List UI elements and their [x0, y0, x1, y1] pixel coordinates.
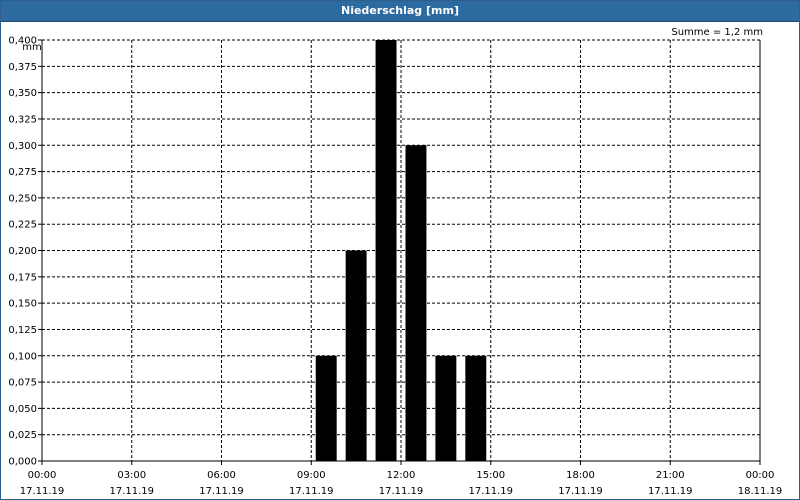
bar	[345, 250, 367, 461]
bar	[405, 145, 427, 461]
y-tick-label: 0,200	[8, 246, 37, 257]
y-tick-label: 0,175	[8, 272, 37, 283]
x-tick-time: 00:00	[28, 470, 57, 481]
y-ticks: 0,000 0,025 0,050 0,075 0,100 0,125 0,150 0,175…	[8, 36, 37, 468]
bar	[465, 355, 487, 461]
y-tick-label: 0,050	[8, 404, 37, 415]
y-tick-label: 0,325	[8, 114, 37, 125]
y-tick-label: 0,075	[8, 378, 37, 389]
y-tick-label: 0,000	[8, 457, 37, 468]
x-tick-date: 17.11.19	[109, 486, 154, 497]
axes	[38, 39, 761, 465]
y-tick-label: 0,125	[8, 325, 37, 336]
x-tick-time: 00:00	[746, 470, 775, 481]
y-tick-label: 0,100	[8, 351, 37, 362]
x-tick-time: 21:00	[656, 470, 685, 481]
x-tick-date: 18.11.19	[738, 486, 783, 497]
x-ticks: 00:00 17.11.19 03:00 17.11.19 06:00 17.11.19 0…	[20, 470, 783, 497]
x-tick-date: 17.11.19	[379, 486, 424, 497]
precipitation-chart: mm 0,0000,0250,0500,0750,1000,1250,1500,…	[8, 36, 783, 498]
x-tick-date: 17.11.19	[20, 486, 65, 497]
y-tick-label: 0,025	[8, 430, 37, 441]
x-tick-time: 06:00	[207, 470, 236, 481]
bar	[315, 355, 337, 461]
y-tick-label: 0,375	[8, 62, 37, 73]
grid	[42, 39, 760, 461]
x-tick-date: 17.11.19	[199, 486, 244, 497]
bar	[435, 355, 457, 461]
y-tick-label: 0,225	[8, 220, 37, 231]
x-tick-time: 18:00	[566, 470, 595, 481]
y-tick-label: 0,300	[8, 141, 37, 152]
x-tick-date: 17.11.19	[289, 486, 334, 497]
x-tick-time: 03:00	[117, 470, 146, 481]
y-tick-label: 0,400	[8, 36, 37, 47]
x-tick-time: 15:00	[476, 470, 505, 481]
x-tick-time: 09:00	[297, 470, 326, 481]
x-tick-time: 12:00	[387, 470, 416, 481]
bar	[375, 40, 397, 461]
y-tick-label: 0,350	[8, 88, 37, 99]
x-tick-date: 17.11.19	[558, 486, 603, 497]
x-tick-date: 17.11.19	[648, 486, 693, 497]
y-tick-label: 0,250	[8, 193, 37, 204]
y-tick-label: 0,150	[8, 299, 37, 310]
x-tick-date: 17.11.19	[468, 486, 513, 497]
y-tick-label: 0,275	[8, 167, 37, 178]
